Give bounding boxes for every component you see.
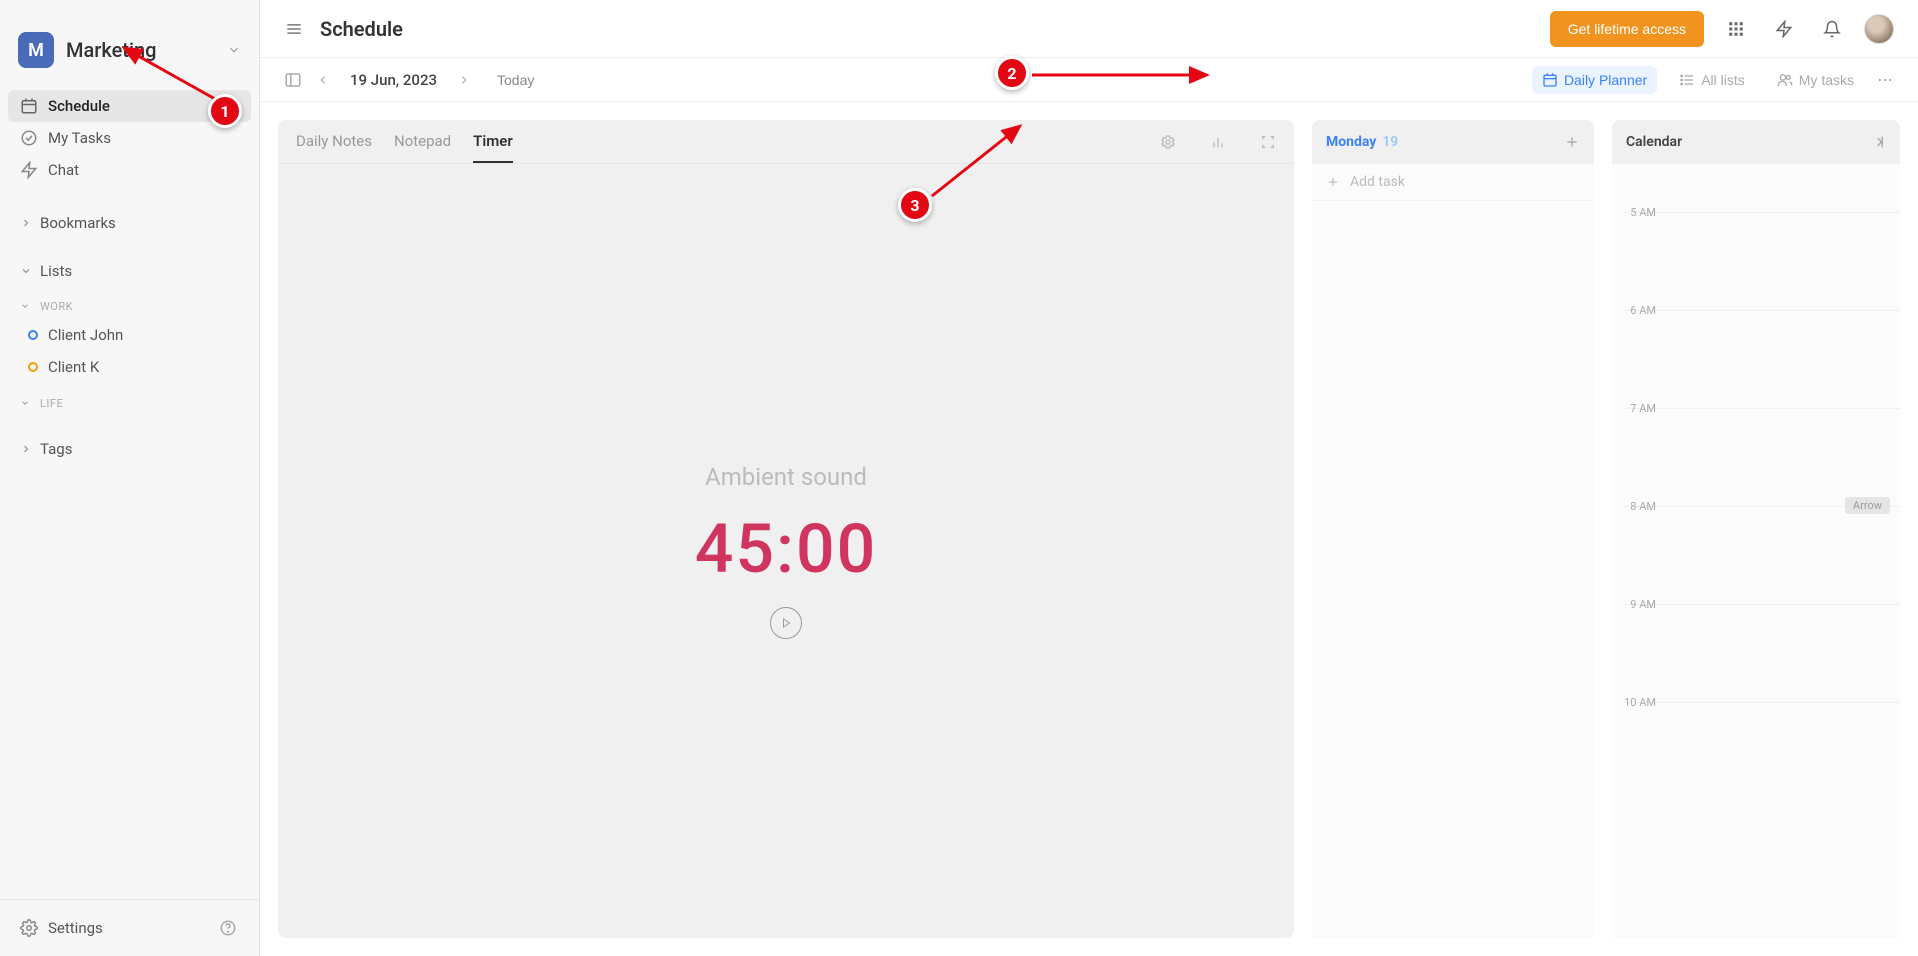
panel-toggle-icon[interactable] [284, 71, 302, 89]
sidebar-item-label: Chat [48, 161, 79, 179]
sidebar-item-label: Client K [48, 358, 99, 376]
bell-icon[interactable] [1816, 13, 1848, 45]
tab-daily-notes[interactable]: Daily Notes [296, 120, 372, 163]
section-label: Bookmarks [40, 214, 116, 232]
add-task-input[interactable]: Add task [1312, 164, 1594, 201]
chevron-down-icon [227, 43, 241, 57]
view-my-tasks-button[interactable]: My tasks [1767, 66, 1864, 94]
hour-row: 10 AM [1624, 702, 1900, 800]
work-group-header[interactable]: WORK [8, 294, 251, 319]
sidebar-item-client-john[interactable]: Client John [8, 319, 251, 351]
next-date-button[interactable] [453, 69, 475, 91]
chevron-right-icon [20, 217, 32, 229]
hour-label: 5 AM [1620, 206, 1656, 219]
sidebar-item-label: Schedule [48, 97, 110, 115]
view-all-lists-button[interactable]: All lists [1669, 66, 1755, 94]
panel-tabs: Daily Notes Notepad Timer [278, 120, 1294, 164]
sidebar-item-schedule[interactable]: Schedule [8, 90, 251, 122]
section-label: Lists [40, 262, 72, 280]
view-label: My tasks [1799, 72, 1854, 88]
group-label: LIFE [40, 397, 63, 410]
timer-panel: Daily Notes Notepad Timer Ambient so [278, 120, 1294, 938]
calendar-timeline[interactable]: 5 AM 6 AM 7 AM 8 AM Arrow 9 AM 10 AM [1612, 164, 1900, 938]
collapse-icon[interactable] [1868, 133, 1886, 151]
view-label: Daily Planner [1564, 72, 1647, 88]
plus-icon [1326, 175, 1340, 189]
sidebar-item-client-k[interactable]: Client K [8, 351, 251, 383]
workspace-icon: M [18, 32, 54, 68]
view-label: All lists [1701, 72, 1745, 88]
workspace-name: Marketing [66, 38, 215, 62]
apps-grid-icon[interactable] [1720, 13, 1752, 45]
section-label: Tags [40, 440, 72, 458]
hour-label: 10 AM [1620, 696, 1656, 709]
topbar: Schedule Get lifetime access [260, 0, 1918, 58]
hour-row: 6 AM [1624, 310, 1900, 408]
timer-display: 45:00 [695, 509, 878, 589]
hour-label: 6 AM [1620, 304, 1656, 317]
tab-notepad[interactable]: Notepad [394, 120, 451, 163]
expand-icon[interactable] [1260, 134, 1276, 150]
group-label: WORK [40, 300, 73, 313]
task-list-empty [1312, 201, 1594, 938]
sidebar-item-label: Client John [48, 326, 123, 344]
plus-icon[interactable] [1564, 134, 1580, 150]
today-button[interactable]: Today [497, 72, 534, 88]
prev-date-button[interactable] [312, 69, 334, 91]
day-tasks-panel: Monday 19 Add task [1312, 120, 1594, 938]
hour-row: 8 AM Arrow [1624, 506, 1900, 604]
hour-row: 5 AM [1624, 212, 1900, 310]
play-button[interactable] [770, 607, 802, 639]
tab-timer[interactable]: Timer [473, 120, 513, 163]
hour-label: 8 AM [1620, 500, 1656, 513]
hour-row: 9 AM [1624, 604, 1900, 702]
chevron-right-icon [20, 443, 32, 455]
life-group-header[interactable]: LIFE [8, 391, 251, 416]
sidebar: M Marketing Schedule My Tasks [0, 0, 260, 956]
main-content: Schedule Get lifetime access 19 Jun, 202… [260, 0, 1918, 956]
arrow-badge: Arrow [1845, 497, 1890, 514]
lists-section-header[interactable]: Lists [8, 256, 251, 286]
toolbar: 19 Jun, 2023 Today Daily Planner All lis… [260, 58, 1918, 102]
add-task-placeholder: Add task [1350, 174, 1405, 190]
lightning-icon[interactable] [1768, 13, 1800, 45]
more-options-icon[interactable] [1876, 71, 1894, 89]
calendar-title: Calendar [1626, 134, 1682, 150]
chevron-down-icon [20, 265, 32, 277]
help-button[interactable] [213, 913, 243, 943]
gear-icon [20, 919, 38, 937]
client-dot-icon [28, 330, 38, 340]
tags-section-header[interactable]: Tags [8, 434, 251, 464]
day-name: Monday [1326, 134, 1376, 150]
hour-label: 7 AM [1620, 402, 1656, 415]
view-daily-planner-button[interactable]: Daily Planner [1532, 66, 1657, 94]
sidebar-item-label: My Tasks [48, 129, 111, 147]
get-lifetime-access-button[interactable]: Get lifetime access [1550, 11, 1704, 47]
hour-label: 9 AM [1620, 598, 1656, 611]
sidebar-item-settings[interactable]: Settings [8, 912, 213, 944]
workspace-switcher[interactable]: M Marketing [0, 20, 259, 86]
calendar-icon [20, 97, 38, 115]
sidebar-item-label: Settings [48, 919, 103, 937]
menu-icon[interactable] [284, 19, 304, 39]
sidebar-item-my-tasks[interactable]: My Tasks [8, 122, 251, 154]
ambient-sound-label[interactable]: Ambient sound [705, 463, 867, 491]
date-display[interactable]: 19 Jun, 2023 [344, 71, 443, 89]
lightning-icon [20, 161, 38, 179]
content-row: Daily Notes Notepad Timer Ambient so [260, 102, 1918, 956]
bookmarks-section-header[interactable]: Bookmarks [8, 208, 251, 238]
calendar-panel: Calendar 5 AM 6 AM 7 AM 8 AM Arrow 9 AM … [1612, 120, 1900, 938]
gear-icon[interactable] [1160, 134, 1176, 150]
stats-icon[interactable] [1210, 134, 1226, 150]
page-title: Schedule [320, 17, 403, 41]
avatar[interactable] [1864, 14, 1894, 44]
day-number: 19 [1382, 134, 1398, 150]
check-circle-icon [20, 129, 38, 147]
sidebar-item-chat[interactable]: Chat [8, 154, 251, 186]
chevron-down-icon [20, 398, 32, 410]
hour-row: 7 AM [1624, 408, 1900, 506]
chevron-down-icon [20, 301, 32, 313]
client-dot-icon [28, 362, 38, 372]
